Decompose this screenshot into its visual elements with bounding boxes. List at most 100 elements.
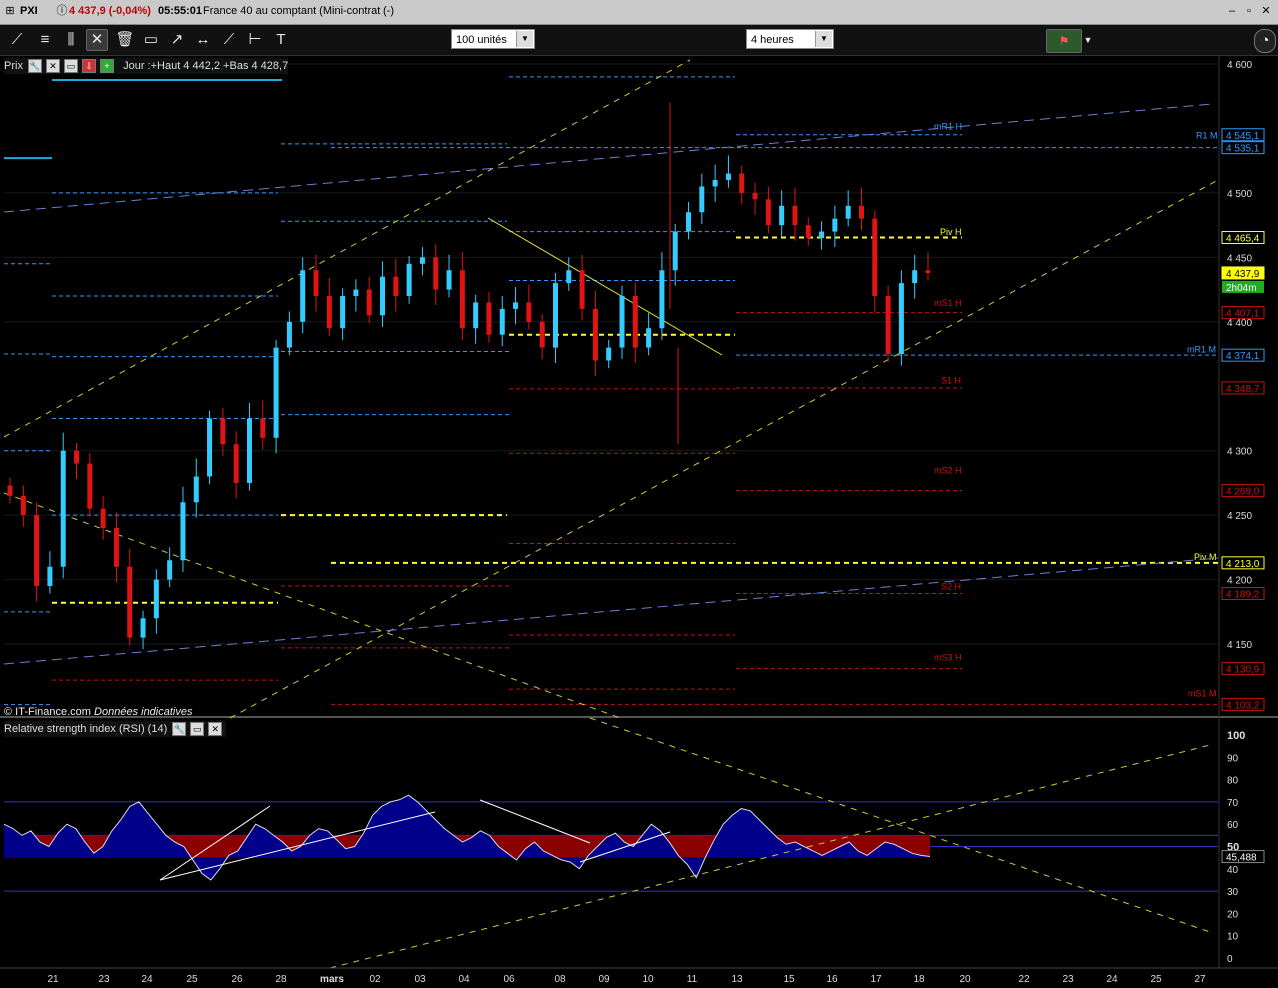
candle-body xyxy=(552,283,558,348)
status-text: (-) xyxy=(383,5,394,17)
candle-body xyxy=(805,225,811,239)
candle-body xyxy=(380,276,386,316)
candle-body xyxy=(7,485,13,496)
price-chart[interactable]: mR1 H R1 M Piv H mS1 H mR1 M S1 H mS2 H Piv M S2… xyxy=(0,56,1278,988)
candle-body xyxy=(326,296,332,329)
time-tick-label: 15 xyxy=(783,974,795,985)
export-icon[interactable]: ⇩ xyxy=(82,59,97,74)
time-tick-label: 23 xyxy=(1062,974,1074,985)
settings-icon[interactable]: 🔧 xyxy=(172,722,187,737)
horizontal-line-icon[interactable]: ⊢ xyxy=(244,29,266,51)
candle-body xyxy=(60,450,66,567)
chevron-down-icon[interactable]: ▼ xyxy=(516,31,533,47)
candle-body xyxy=(659,270,665,329)
text-icon[interactable]: T xyxy=(270,29,292,51)
candle-body xyxy=(459,270,465,329)
candle-body xyxy=(872,218,878,297)
time-tick-label: 10 xyxy=(642,974,654,985)
level-label: mS1 H xyxy=(934,298,962,308)
maximize-icon[interactable]: ▫ xyxy=(1243,5,1255,17)
settings-icon[interactable]: 🔧 xyxy=(28,59,43,74)
candle-body xyxy=(566,270,572,284)
chevron-down-icon[interactable]: ▼ xyxy=(1082,29,1094,51)
rsi-tick-label: 30 xyxy=(1227,887,1239,898)
time-tick-label: 25 xyxy=(1150,974,1162,985)
ray-icon[interactable]: ↔ xyxy=(192,29,214,51)
candle-body xyxy=(473,302,479,329)
candle-body xyxy=(220,418,226,445)
candle-body xyxy=(579,270,585,309)
candle-body xyxy=(419,257,425,264)
arrow-line-icon[interactable]: ↗ xyxy=(166,29,188,51)
price-tag-label: 4 465,4 xyxy=(1226,233,1260,244)
candle-body xyxy=(74,450,80,464)
window-icon[interactable]: ▭ xyxy=(190,722,205,737)
channel-icon[interactable]: ⫼ xyxy=(60,29,82,51)
trend-line xyxy=(229,179,1219,719)
price-tag-label: 4 189,2 xyxy=(1226,590,1260,601)
candle-body xyxy=(273,347,279,438)
rsi-tick-label: 10 xyxy=(1227,932,1239,943)
units-select[interactable]: 100 unités ▼ xyxy=(451,29,535,49)
candle-body xyxy=(819,231,825,239)
time-tick-label: 04 xyxy=(458,974,470,985)
trend-line xyxy=(487,217,723,356)
segment-icon[interactable]: ⟋ xyxy=(218,29,240,51)
time-tick-label: 24 xyxy=(1106,974,1118,985)
price-tick-label: 4 150 xyxy=(1227,640,1252,651)
add-icon[interactable]: + xyxy=(100,59,115,74)
candle-body xyxy=(393,276,399,297)
level-label: mS3 H xyxy=(934,652,962,662)
copyright: © IT-Finance.com Données indicatives xyxy=(4,704,192,720)
rsi-tick-label: 40 xyxy=(1227,865,1239,876)
candle-body xyxy=(672,231,678,271)
candle-body xyxy=(513,302,519,309)
symbol-label: PXI xyxy=(20,5,38,17)
candle-body xyxy=(925,270,931,273)
trend-line xyxy=(3,59,691,438)
price-panel-header: Prix 🔧 ✕ ▭ ⇩ + Jour :+Haut 4 442,2 +Bas 4 42… xyxy=(4,58,288,74)
minimize-icon[interactable]: – xyxy=(1226,5,1238,17)
instrument-name: France 40 au comptant (Mini-contrat xyxy=(203,5,381,17)
close-icon[interactable]: ✕ xyxy=(208,722,223,737)
price-tick-label: 4 500 xyxy=(1227,189,1252,200)
time-tick-label: 25 xyxy=(186,974,198,985)
close-icon[interactable]: ✕ xyxy=(46,59,61,74)
candle-body xyxy=(100,508,106,529)
pivot-levels: mR1 H R1 M Piv H mS1 H mR1 M S1 H mS2 H Piv M S2… xyxy=(4,76,1218,706)
period-select[interactable]: 4 heures ▼ xyxy=(746,29,834,49)
price-tag-label: 4 374,1 xyxy=(1226,351,1260,362)
alert-icon[interactable]: ◔ xyxy=(1254,29,1276,53)
close-icon[interactable]: ✕ xyxy=(1260,5,1272,17)
candle-body xyxy=(779,205,785,226)
tools-icon[interactable]: ✕ xyxy=(86,29,108,51)
rsi-tick-label: 60 xyxy=(1227,820,1239,831)
candle-body xyxy=(366,289,372,316)
price-tag-label: 4 545,1 xyxy=(1226,131,1260,142)
candle-body xyxy=(912,270,918,284)
chevron-down-icon[interactable]: ▼ xyxy=(815,31,832,47)
candle-body xyxy=(752,192,758,200)
candle-body xyxy=(539,321,545,348)
data-disclaimer: Données indicatives xyxy=(94,706,193,718)
window-menu-icon[interactable]: ⊞ xyxy=(4,5,16,17)
trend-line xyxy=(3,492,621,719)
indicators-icon[interactable]: ⚑ xyxy=(1046,29,1082,53)
line-tool-icon[interactable]: ⟋ xyxy=(6,29,28,51)
candle-body xyxy=(765,199,771,226)
window-icon[interactable]: ▭ xyxy=(64,59,79,74)
trash-icon[interactable]: 🗑 xyxy=(114,29,136,51)
rsi-value-label: 45,488 xyxy=(1226,853,1257,864)
candlesticks xyxy=(7,102,931,650)
level-label: mS2 H xyxy=(934,465,962,475)
time-tick-label: 11 xyxy=(687,974,698,985)
grid xyxy=(0,56,1278,968)
rectangle-icon[interactable]: ▭ xyxy=(140,29,162,51)
time-tick-label: 08 xyxy=(554,974,566,985)
fibonacci-icon[interactable]: ≡ xyxy=(34,29,56,51)
candle-body xyxy=(885,296,891,355)
candle-body xyxy=(406,263,412,297)
time-tick-label: 27 xyxy=(1194,974,1206,985)
time-tick-label: 03 xyxy=(414,974,426,985)
info-icon[interactable]: ⓘ xyxy=(56,5,68,17)
